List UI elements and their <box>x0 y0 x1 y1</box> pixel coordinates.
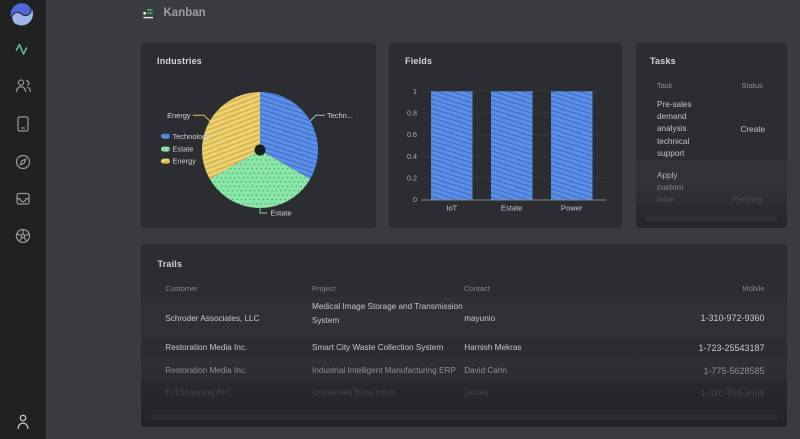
svg-text:Energy: Energy <box>167 111 191 120</box>
svg-text:1: 1 <box>413 87 417 96</box>
svg-text:Energy: Energy <box>173 157 197 166</box>
svg-text:Technology: Technology <box>173 132 211 141</box>
svg-text:Estate: Estate <box>501 204 523 213</box>
svg-text:Techn...: Techn... <box>327 111 353 120</box>
svg-text:0.6: 0.6 <box>407 130 417 139</box>
svg-text:0.2: 0.2 <box>407 174 417 183</box>
svg-text:Estate: Estate <box>173 145 194 154</box>
svg-text:IoT: IoT <box>446 204 457 213</box>
svg-text:0.4: 0.4 <box>407 152 417 161</box>
svg-text:Estate: Estate <box>271 209 292 218</box>
svg-text:0: 0 <box>413 195 417 204</box>
svg-text:Power: Power <box>561 204 583 213</box>
svg-text:0.8: 0.8 <box>407 109 417 118</box>
